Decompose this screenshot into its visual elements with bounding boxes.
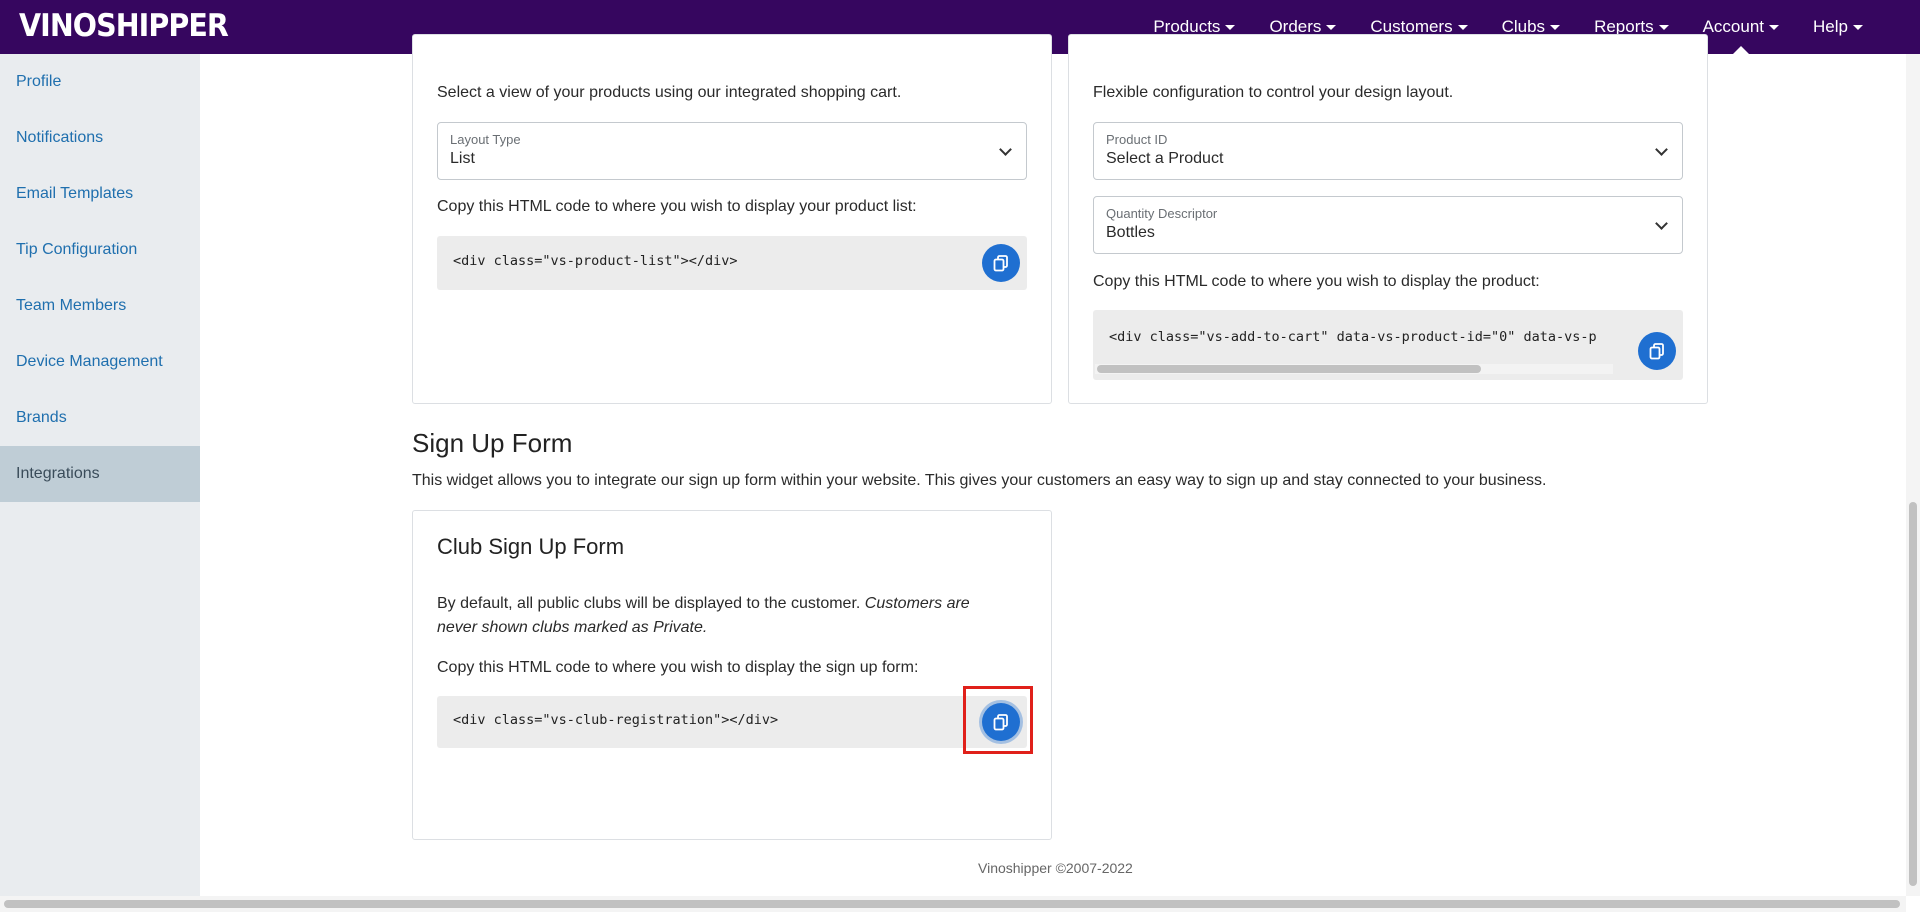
product-id-value: Select a Product: [1106, 150, 1224, 167]
code-horizontal-scrollbar[interactable]: [1095, 364, 1613, 374]
chevron-down-icon: [1655, 217, 1668, 230]
sidebar-item-profile[interactable]: Profile: [0, 54, 200, 110]
product-list-code: <div class="vs-product-list"></div>: [453, 253, 738, 269]
quantity-descriptor-label: Quantity Descriptor: [1106, 206, 1218, 221]
layout-type-value: List: [450, 150, 475, 167]
page-horizontal-scrollbar[interactable]: [0, 896, 1906, 912]
add-to-cart-copy-instructions: Copy this HTML code to where you wish to…: [1093, 273, 1540, 290]
caret-down-icon: [1769, 24, 1780, 30]
product-list-card: Select a view of your products using our…: [412, 34, 1052, 404]
main-content: Select a view of your products using our…: [200, 34, 1900, 896]
signup-section-description: This widget allows you to integrate our …: [412, 472, 1547, 489]
caret-down-icon: [1326, 24, 1337, 30]
caret-down-icon: [1550, 24, 1561, 30]
add-to-cart-card: Flexible configuration to control your d…: [1068, 34, 1708, 404]
sidebar-item-notifications[interactable]: Notifications: [0, 110, 200, 166]
caret-down-icon: [1225, 24, 1236, 30]
caret-down-icon: [1853, 24, 1863, 30]
page-vertical-scrollbar[interactable]: [1906, 54, 1920, 896]
chevron-down-icon: [1655, 143, 1668, 156]
footer-copyright: Vinoshipper ©2007-2022: [978, 860, 1133, 876]
club-signup-title: Club Sign Up Form: [437, 534, 625, 559]
sidebar-item-tip-configuration[interactable]: Tip Configuration: [0, 222, 200, 278]
account-sidebar: Profile Notifications Email Templates Ti…: [0, 54, 200, 896]
product-id-select[interactable]: Product ID Select a Product: [1093, 122, 1683, 180]
caret-down-icon: [1658, 24, 1669, 30]
club-signup-card: Club Sign Up Form By default, all public…: [412, 510, 1052, 840]
sidebar-item-device-management[interactable]: Device Management: [0, 334, 200, 390]
add-to-cart-description: Flexible configuration to control your d…: [1093, 84, 1454, 101]
sidebar-item-brands[interactable]: Brands: [0, 390, 200, 446]
product-list-copy-button[interactable]: [982, 244, 1020, 282]
product-list-description: Select a view of your products using our…: [437, 84, 902, 101]
sidebar-item-integrations[interactable]: Integrations: [0, 446, 200, 502]
add-to-cart-copy-button[interactable]: [1638, 332, 1676, 370]
sidebar-item-team-members[interactable]: Team Members: [0, 278, 200, 334]
product-list-code-box[interactable]: <div class="vs-product-list"></div>: [437, 236, 1027, 290]
code-scrollbar-thumb[interactable]: [1097, 365, 1481, 373]
vinoshipper-logo[interactable]: VINOSHIPPER: [19, 8, 229, 44]
vertical-scrollbar-thumb[interactable]: [1909, 502, 1917, 886]
caret-down-icon: [1457, 24, 1468, 30]
club-signup-description-line2: never shown clubs marked as Private.: [437, 619, 708, 636]
copy-icon: [993, 255, 1008, 272]
highlight-box: [963, 686, 1033, 754]
layout-type-select[interactable]: Layout Type List: [437, 122, 1027, 180]
club-signup-code-box[interactable]: <div class="vs-club-registration"></div>: [437, 696, 1027, 748]
club-signup-copy-instructions: Copy this HTML code to where you wish to…: [437, 659, 919, 676]
add-to-cart-code-box[interactable]: <div class="vs-add-to-cart" data-vs-prod…: [1093, 310, 1683, 380]
club-signup-code: <div class="vs-club-registration"></div>: [453, 712, 779, 728]
quantity-descriptor-select[interactable]: Quantity Descriptor Bottles: [1093, 196, 1683, 254]
nav-help[interactable]: Help: [1796, 0, 1880, 54]
layout-type-label: Layout Type: [450, 132, 521, 147]
chevron-down-icon: [999, 143, 1012, 156]
add-to-cart-code: <div class="vs-add-to-cart" data-vs-prod…: [1109, 329, 1597, 345]
signup-section-title: Sign Up Form: [412, 428, 573, 458]
quantity-descriptor-value: Bottles: [1106, 224, 1155, 241]
sidebar-item-email-templates[interactable]: Email Templates: [0, 166, 200, 222]
horizontal-scrollbar-thumb[interactable]: [4, 900, 1900, 908]
club-signup-description-line1: By default, all public clubs will be dis…: [437, 595, 970, 612]
copy-icon: [1649, 343, 1664, 360]
product-list-copy-instructions: Copy this HTML code to where you wish to…: [437, 198, 917, 215]
product-id-label: Product ID: [1106, 132, 1168, 147]
